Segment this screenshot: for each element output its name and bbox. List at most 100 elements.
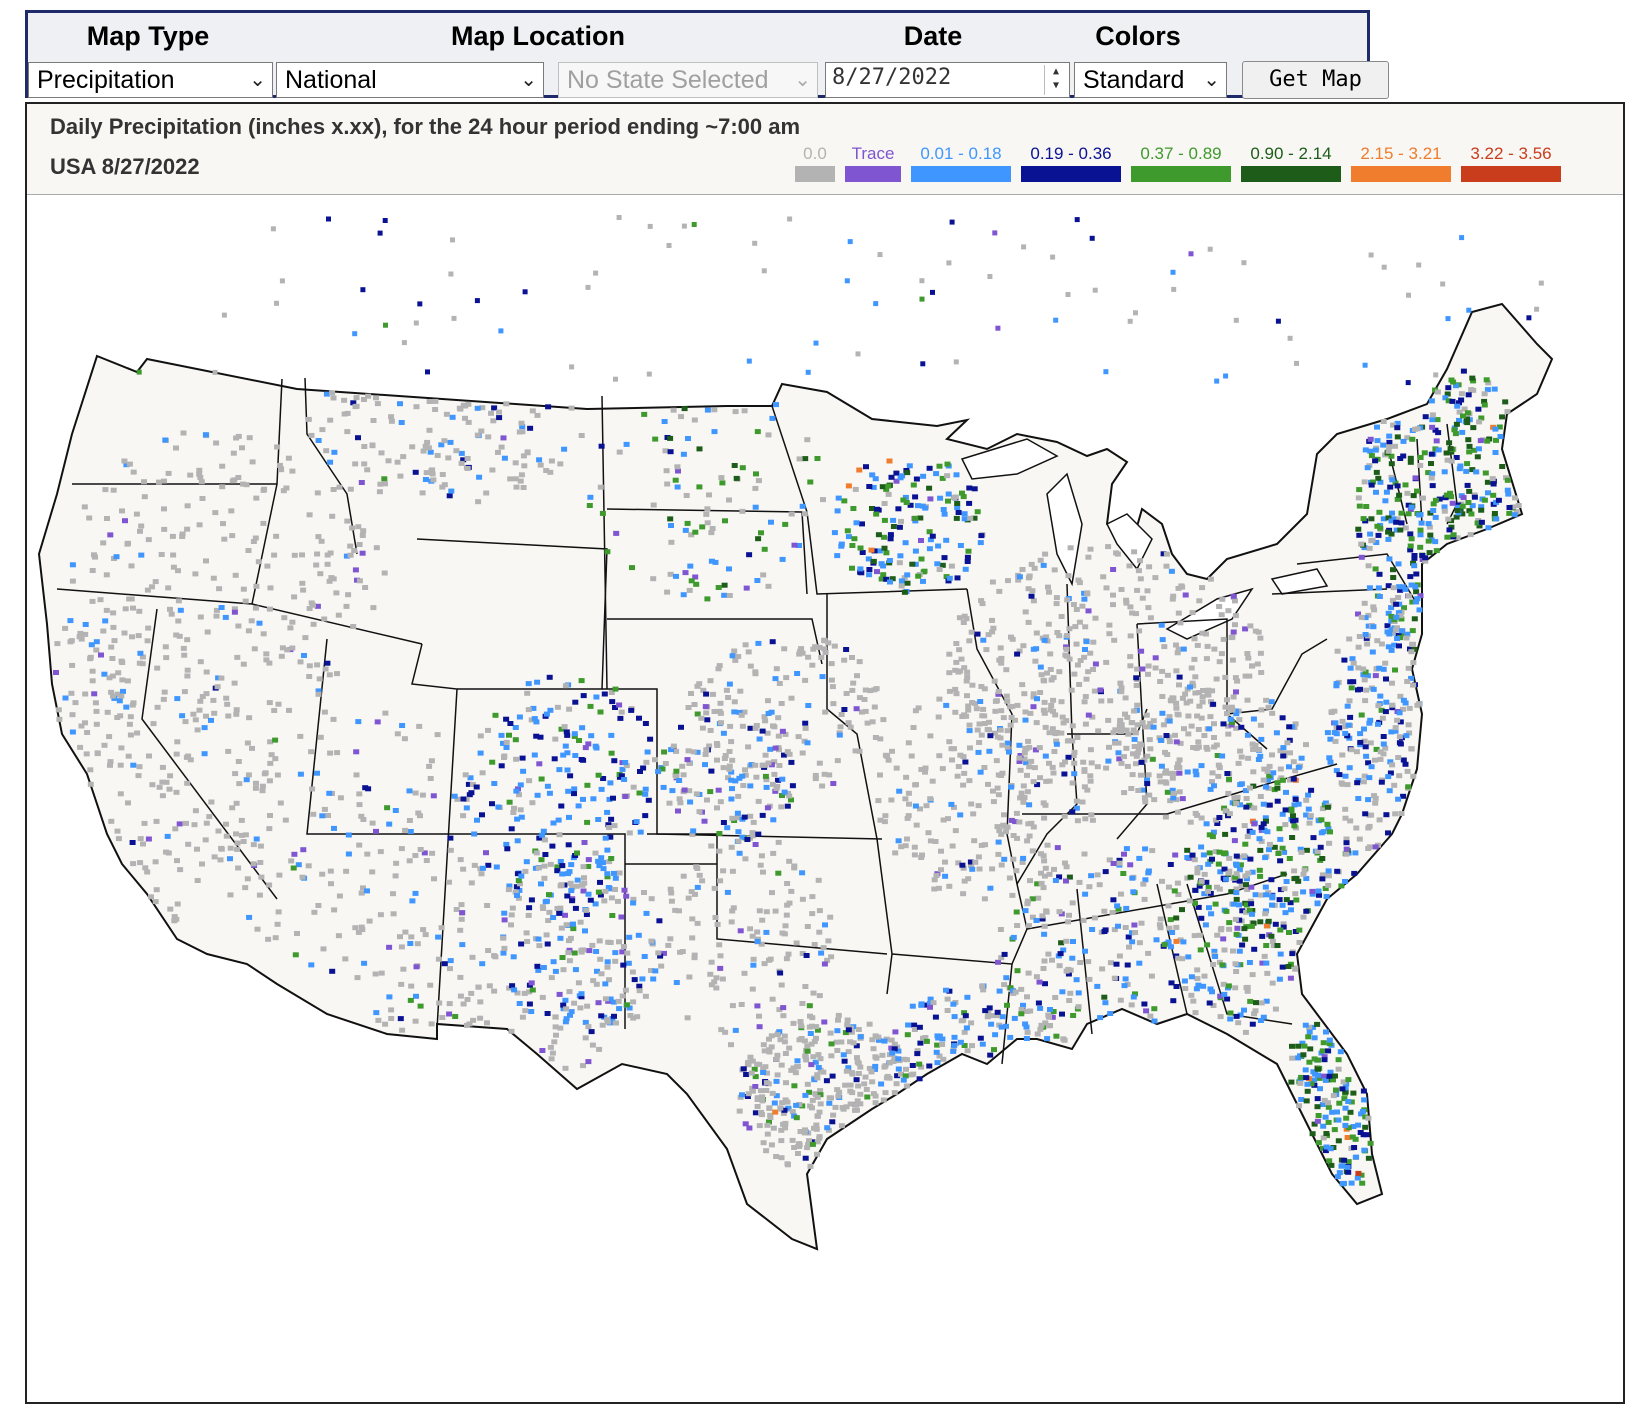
station-dot: [1309, 888, 1316, 894]
station-dot: [1274, 780, 1281, 786]
station-dot: [953, 472, 960, 478]
station-dot: [611, 758, 618, 764]
station-dot: [382, 710, 389, 716]
station-dot: [336, 484, 343, 490]
station-dot: [1353, 825, 1360, 831]
state-select[interactable]: No State Selected ⌄: [558, 62, 818, 98]
legend-item: Trace: [845, 144, 901, 182]
station-dot: [267, 760, 274, 766]
station-dot: [584, 819, 591, 825]
station-dot: [566, 706, 573, 712]
station-dot: [1236, 902, 1242, 908]
station-dot: [297, 659, 304, 665]
station-dot: [845, 534, 852, 540]
station-dot: [413, 964, 420, 970]
station-dot: [891, 1046, 898, 1052]
station-dot: [1368, 482, 1375, 488]
station-dot: [845, 483, 852, 489]
station-dot: [598, 855, 605, 861]
date-input[interactable]: 8/27/2022 ▲ ▼: [825, 62, 1070, 98]
station-dot: [244, 740, 251, 746]
station-dot: [1356, 836, 1363, 842]
station-dot: [1180, 939, 1187, 945]
station-dot: [969, 1043, 975, 1049]
colors-select[interactable]: Standard ⌄: [1074, 62, 1227, 98]
station-dot: [498, 444, 505, 450]
station-dot: [1021, 750, 1028, 756]
station-dot: [818, 654, 825, 660]
station-dot: [1470, 425, 1477, 431]
station-dot: [176, 821, 183, 827]
station-dot: [974, 509, 981, 515]
station-dot: [593, 981, 600, 987]
station-dot: [1018, 790, 1025, 796]
station-dot: [895, 1066, 902, 1072]
station-dot: [503, 739, 510, 745]
station-dot: [855, 1083, 862, 1089]
us-precipitation-map[interactable]: [27, 194, 1623, 1402]
station-dot: [87, 767, 94, 773]
station-dot: [1170, 269, 1176, 275]
station-dot: [1300, 889, 1307, 895]
station-dot: [746, 358, 752, 364]
station-dot: [927, 733, 934, 739]
station-dot: [1342, 815, 1349, 821]
station-dot: [805, 654, 812, 660]
station-dot: [677, 949, 684, 955]
station-dot: [926, 1063, 933, 1069]
date-stepper[interactable]: ▲ ▼: [1044, 65, 1067, 95]
station-dot: [915, 503, 921, 509]
station-dot: [878, 1081, 885, 1087]
station-dot: [1301, 867, 1308, 873]
station-dot: [721, 756, 728, 761]
station-dot: [902, 796, 909, 802]
station-dot: [764, 805, 771, 811]
station-dot: [1167, 917, 1174, 923]
station-dot: [503, 401, 510, 407]
station-dot: [1107, 698, 1114, 704]
map-location-select[interactable]: National ⌄: [276, 62, 544, 98]
station-dot: [1127, 862, 1134, 868]
station-dot: [939, 766, 946, 772]
station-dot: [227, 845, 234, 851]
station-dot: [728, 1042, 734, 1048]
station-dot: [754, 1104, 761, 1109]
station-dot: [285, 455, 292, 461]
station-dot: [306, 674, 313, 679]
station-dot: [1107, 960, 1114, 966]
station-dot: [756, 1024, 763, 1030]
station-dot: [1165, 903, 1172, 909]
station-dot: [1250, 716, 1257, 722]
station-dot: [1380, 741, 1387, 747]
station-dot: [1029, 848, 1036, 854]
station-dot: [513, 484, 520, 490]
station-dot: [1244, 988, 1251, 994]
station-dot: [1388, 647, 1395, 653]
station-dot: [819, 783, 826, 789]
map-type-select[interactable]: Precipitation ⌄: [28, 62, 273, 98]
station-dot: [838, 712, 845, 717]
station-dot: [571, 786, 578, 792]
station-dot: [144, 587, 151, 593]
station-dot: [321, 806, 328, 812]
station-dot: [1207, 986, 1214, 992]
station-dot: [1070, 939, 1076, 944]
station-dot: [802, 984, 809, 989]
station-dot: [1076, 879, 1083, 885]
get-map-button[interactable]: Get Map: [1242, 61, 1389, 99]
station-dot: [1193, 745, 1200, 751]
station-dot: [260, 631, 267, 637]
station-dot: [1046, 589, 1052, 595]
station-dot: [616, 215, 622, 220]
station-dot: [1319, 1048, 1326, 1054]
station-dot: [118, 693, 125, 699]
station-dot: [954, 501, 961, 506]
station-dot: [323, 391, 330, 397]
station-dot: [428, 758, 435, 764]
station-dot: [741, 408, 748, 414]
station-dot: [149, 782, 156, 788]
station-dot: [166, 786, 173, 792]
station-dot: [1360, 1088, 1367, 1094]
station-dot: [1263, 923, 1270, 929]
station-dot: [68, 690, 75, 696]
